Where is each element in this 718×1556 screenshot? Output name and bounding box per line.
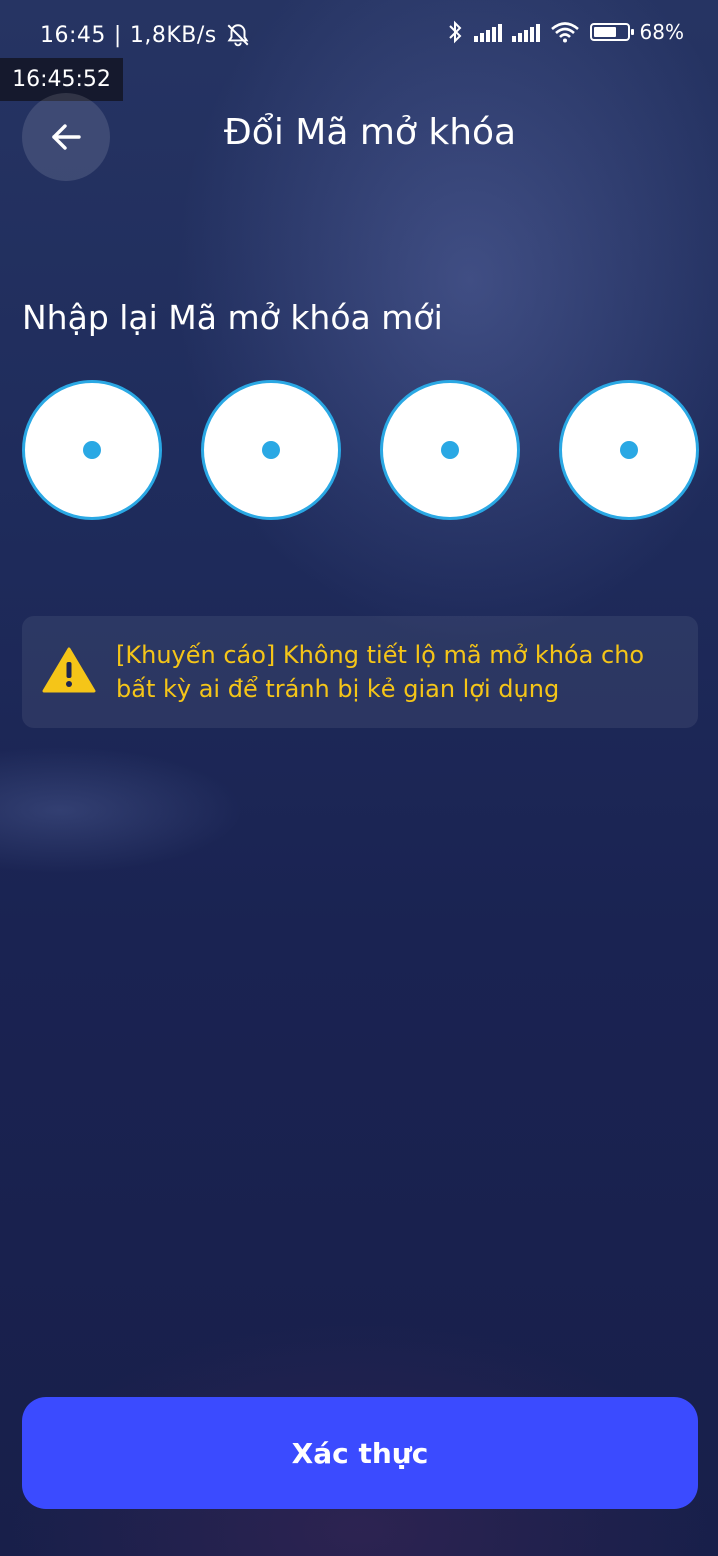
status-time: 16:45 xyxy=(40,22,106,48)
warning-triangle-icon xyxy=(42,647,96,693)
pin-digit xyxy=(201,380,341,520)
page-title: Đổi Mã mở khóa xyxy=(223,112,517,153)
pin-filled-dot xyxy=(83,441,101,459)
signal-icon xyxy=(473,22,502,42)
wifi-icon xyxy=(550,22,579,43)
pin-digit xyxy=(22,380,162,520)
pin-input[interactable] xyxy=(22,380,699,520)
battery-icon xyxy=(589,23,634,41)
pin-filled-dot xyxy=(262,441,280,459)
pin-digit xyxy=(559,380,699,520)
pin-prompt: Nhập lại Mã mở khóa mới xyxy=(22,298,443,337)
pin-digit xyxy=(380,380,520,520)
signal-icon xyxy=(511,22,540,42)
alarm-off-icon xyxy=(227,24,249,47)
bluetooth-icon xyxy=(448,20,461,44)
warning-text: [Khuyến cáo] Không tiết lộ mã mở khóa ch… xyxy=(116,641,645,703)
pin-filled-dot xyxy=(441,441,459,459)
status-separator: | xyxy=(113,22,122,48)
pin-filled-dot xyxy=(620,441,638,459)
back-button[interactable] xyxy=(22,93,110,181)
battery-percent: 68% xyxy=(639,20,684,44)
status-left: 16:45 | 1,8KB/s xyxy=(40,22,251,48)
status-right: 68% xyxy=(446,20,684,44)
network-speed: 1,8KB/s xyxy=(129,22,217,48)
warning-box: [Khuyến cáo] Không tiết lộ mã mở khóa ch… xyxy=(22,616,698,728)
confirm-button[interactable]: Xác thực xyxy=(22,1397,698,1509)
arrow-left-icon xyxy=(52,124,81,150)
